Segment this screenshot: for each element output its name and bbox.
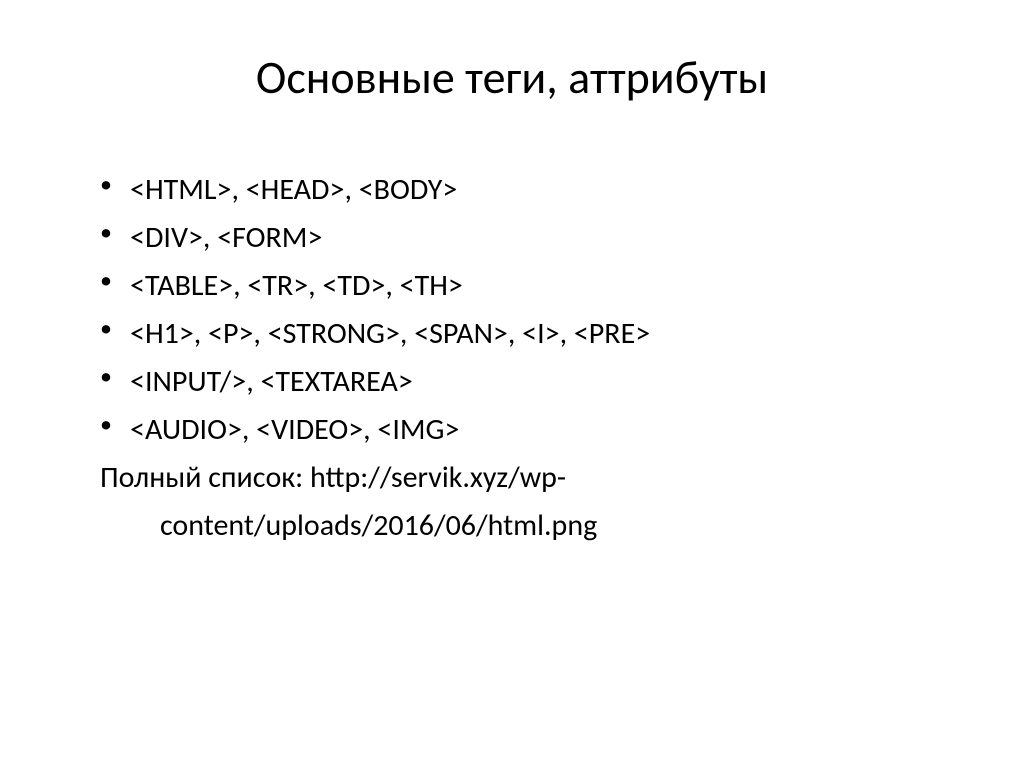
list-item: <TABLE>, <TR>, <TD>, <TH>	[100, 262, 964, 310]
bullet-list: <HTML>, <HEAD>, <BODY> <DIV>, <FORM> <TA…	[100, 166, 964, 454]
footer-text-line1: Полный список: http://servik.xyz/wp-	[100, 454, 964, 502]
slide-title: Основные теги, аттрибуты	[60, 50, 964, 106]
list-item: <DIV>, <FORM>	[100, 214, 964, 262]
list-item: <HTML>, <HEAD>, <BODY>	[100, 166, 964, 214]
list-item: <H1>, <P>, <STRONG>, <SPAN>, <I>, <PRE>	[100, 310, 964, 358]
list-item: <INPUT/>, <TEXTAREA>	[100, 358, 964, 406]
list-item: <AUDIO>, <VIDEO>, <IMG>	[100, 406, 964, 454]
slide-content: <HTML>, <HEAD>, <BODY> <DIV>, <FORM> <TA…	[60, 166, 964, 550]
footer-text-line2: content/uploads/2016/06/html.png	[100, 502, 964, 550]
